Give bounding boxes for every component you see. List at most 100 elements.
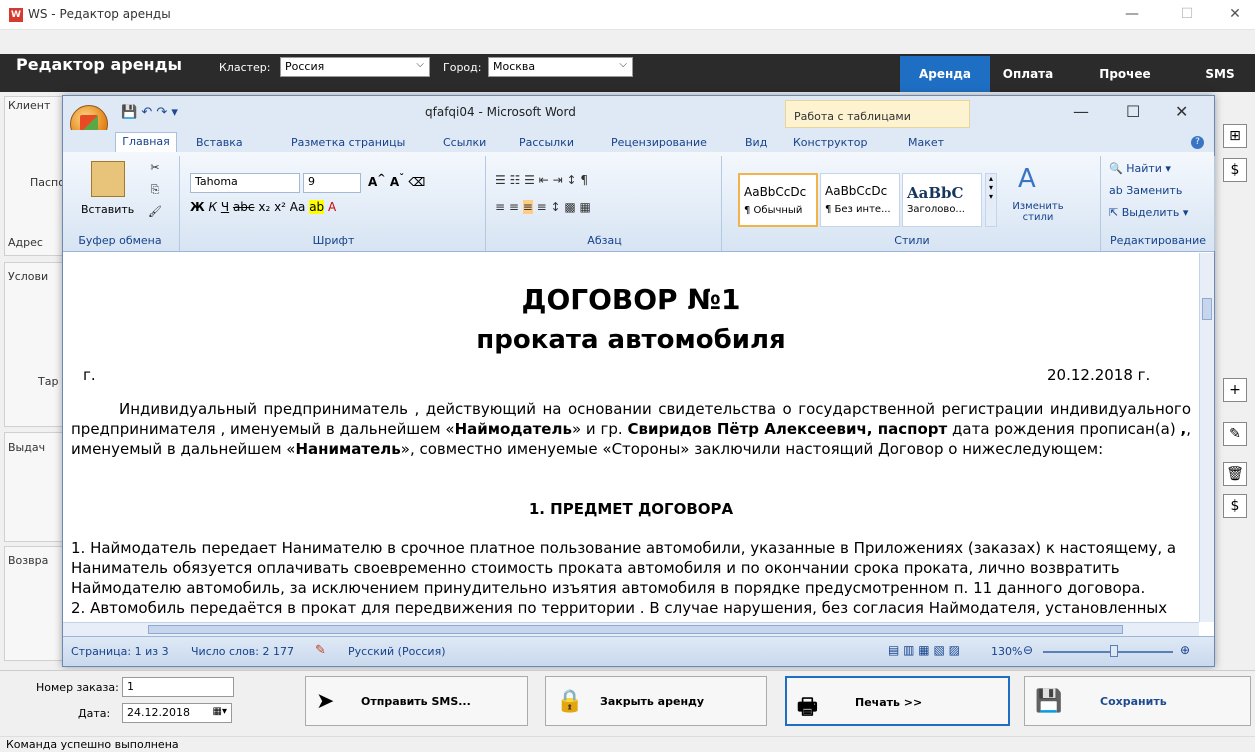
passport-label: Паспо: [30, 176, 65, 189]
window-titlebar: [0, 0, 1255, 30]
tab-insert[interactable]: Вставка: [196, 136, 243, 149]
tab-layout[interactable]: Макет: [908, 136, 944, 149]
editing-group-label: Редактирование: [1110, 234, 1206, 247]
list-buttons[interactable]: ☰ ☷ ☰ ⇤ ⇥ ↕ ¶: [495, 173, 588, 187]
style-heading[interactable]: AaBbC Заголово...: [902, 173, 982, 227]
styles-group-label: Стили: [894, 234, 930, 247]
doc-items: 1. Наймодатель передает Нанимателю в сро…: [71, 539, 1177, 617]
quick-access-toolbar[interactable]: 💾 ↶ ↷ ▾: [121, 105, 178, 120]
paragraph-group-label: Абзац: [587, 234, 622, 247]
horizontal-scrollbar[interactable]: [63, 622, 1199, 636]
copy-icon[interactable]: ⎘: [145, 180, 165, 200]
tariff-label: Тар: [38, 375, 59, 388]
tab-view[interactable]: Вид: [745, 136, 767, 149]
tab-oplata[interactable]: Оплата: [993, 56, 1063, 92]
select-button[interactable]: ⇱ Выделить ▾: [1109, 206, 1188, 219]
language-status[interactable]: Русский (Россия): [348, 645, 446, 658]
word-close-button[interactable]: ✕: [1175, 102, 1188, 121]
font-size-select[interactable]: 9: [303, 173, 361, 193]
format-painter-icon[interactable]: 🖌: [145, 202, 165, 222]
status-message: Команда успешно выполнена: [0, 736, 1255, 752]
font-format-buttons[interactable]: Ж К Ч abc x₂ x² Aa ab A: [190, 200, 336, 214]
clipboard-group-label: Буфер обмена: [78, 234, 162, 247]
close-rental-button[interactable]: 🔒 Закрыть аренду: [545, 676, 767, 726]
chevron-down-icon: ⌵: [619, 59, 627, 70]
client-label: Клиент: [8, 99, 51, 112]
font-group-label: Шрифт: [312, 234, 355, 247]
align-buttons[interactable]: ≡ ≡ ≡ ≡ ↕ ▩ ▦: [495, 200, 591, 214]
issue-label: Выдач: [8, 441, 46, 454]
order-number-input[interactable]: 1: [122, 677, 234, 697]
tab-mailings[interactable]: Рассылки: [519, 136, 574, 149]
zoom-level[interactable]: 130%: [991, 645, 1022, 658]
doc-subtitle: проката автомобиля: [476, 325, 786, 355]
zoom-slider-thumb[interactable]: [1110, 645, 1118, 657]
conditions-label: Услови: [8, 270, 49, 283]
tab-design[interactable]: Конструктор: [793, 136, 867, 149]
dollar-icon[interactable]: $: [1223, 494, 1247, 518]
tab-home[interactable]: Главная: [115, 132, 177, 152]
word-titlebar: [63, 96, 1214, 130]
style-normal[interactable]: AaBbCcDc ¶ Обычный: [738, 173, 818, 227]
tab-prochee[interactable]: Прочее: [1090, 56, 1160, 92]
address-label: Адрес: [8, 236, 43, 249]
vertical-scrollbar[interactable]: [1199, 253, 1214, 622]
zoom-in-icon[interactable]: ⊕: [1180, 643, 1190, 657]
word-maximize-button[interactable]: ☐: [1126, 102, 1140, 121]
style-no-spacing[interactable]: AaBbCcDc ¶ Без инте...: [820, 173, 900, 227]
print-button[interactable]: 🖶 Печать >>: [785, 676, 1010, 726]
change-styles-button[interactable]: Изменить стили: [1008, 201, 1068, 223]
paste-icon[interactable]: [91, 161, 125, 197]
plus-icon[interactable]: +: [1223, 378, 1247, 402]
cluster-select[interactable]: Россия ⌵: [280, 57, 430, 77]
minimize-button[interactable]: —: [1117, 6, 1147, 22]
zoom-slider[interactable]: [1043, 651, 1173, 653]
proofing-icon[interactable]: ✎: [315, 643, 326, 658]
zoom-out-icon[interactable]: ⊖: [1023, 643, 1033, 657]
help-icon[interactable]: ?: [1191, 136, 1204, 149]
document-page[interactable]: ДОГОВОР №1 проката автомобиля г. 20.12.2…: [63, 253, 1199, 622]
tab-sms[interactable]: SMS: [1195, 56, 1245, 92]
tab-page-layout[interactable]: Разметка страницы: [291, 136, 405, 149]
tab-references[interactable]: Ссылки: [443, 136, 486, 149]
pencil-icon[interactable]: ✎: [1223, 422, 1247, 446]
save-button[interactable]: 💾 Сохранить: [1024, 676, 1251, 726]
window-title: WS - Редактор аренды: [28, 7, 171, 21]
view-buttons[interactable]: ▤ ▥ ▦ ▧ ▨: [888, 643, 960, 657]
cut-icon[interactable]: ✂: [145, 158, 165, 178]
trash-icon[interactable]: 🗑: [1223, 462, 1247, 486]
doc-paragraph: Индивидуальный предприниматель , действу…: [71, 400, 1191, 458]
date-picker[interactable]: 24.12.2018 ▦▾: [122, 703, 232, 723]
font-grow-shrink[interactable]: A^ Aˇ ⌫: [368, 173, 425, 189]
paste-button[interactable]: Вставить: [81, 203, 134, 216]
word-statusbar: Страница: 1 из 3 Число слов: 2 177 ✎ Рус…: [63, 636, 1214, 666]
maximize-button[interactable]: ☐: [1172, 6, 1202, 22]
close-button[interactable]: ✕: [1220, 6, 1250, 22]
city-select[interactable]: Москва ⌵: [488, 57, 633, 77]
dollar-icon[interactable]: $: [1223, 158, 1247, 182]
return-label: Возвра: [8, 554, 49, 567]
calendar-icon[interactable]: ▦▾: [213, 706, 227, 717]
find-button[interactable]: 🔍 Найти ▾: [1109, 162, 1171, 175]
lock-icon: 🔒: [556, 689, 584, 714]
page-count[interactable]: Страница: 1 из 3: [71, 645, 169, 658]
scroll-thumb[interactable]: [1202, 298, 1212, 320]
tab-review[interactable]: Рецензирование: [611, 136, 707, 149]
table-edit-icon[interactable]: ⊞: [1223, 124, 1247, 148]
doc-title: ДОГОВОР №1: [521, 283, 741, 316]
word-title: qfafqi04 - Microsoft Word: [425, 105, 576, 119]
styles-scroll[interactable]: ▴ ▾ ▾: [985, 173, 997, 227]
word-minimize-button[interactable]: —: [1073, 102, 1089, 121]
table-tools-header: Работа с таблицами: [785, 100, 970, 128]
word-count[interactable]: Число слов: 2 177: [191, 645, 294, 658]
tab-arenda[interactable]: Аренда: [900, 56, 990, 92]
doc-section-heading: 1. ПРЕДМЕТ ДОГОВОРА: [528, 500, 734, 518]
save-icon: 💾: [1035, 689, 1063, 714]
font-name-select[interactable]: Tahoma: [190, 173, 300, 193]
change-styles-icon[interactable]: A: [1018, 164, 1036, 194]
send-sms-button[interactable]: ➤ Отправить SMS...: [305, 676, 528, 726]
order-number-label: Номер заказа:: [36, 681, 119, 694]
hscroll-thumb[interactable]: [148, 625, 1123, 634]
replace-button[interactable]: ab Заменить: [1109, 184, 1182, 197]
app-title: Редактор аренды: [16, 55, 182, 74]
